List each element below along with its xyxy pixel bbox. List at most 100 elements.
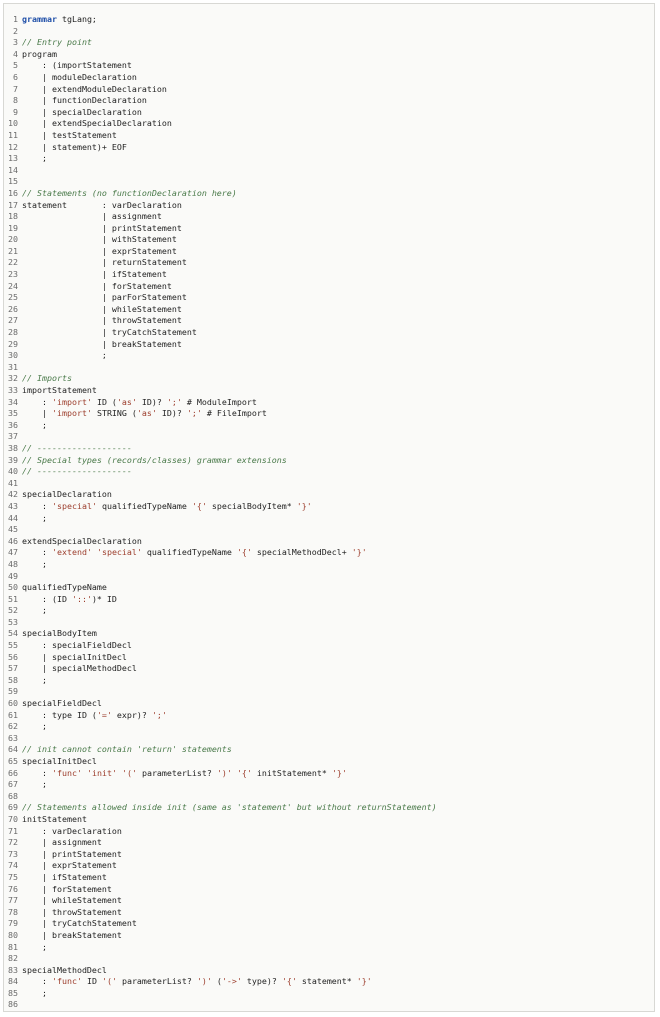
- line-code: | functionDeclaration: [22, 95, 654, 107]
- line-code: | statement)+ EOF: [22, 142, 654, 154]
- string-token: 'import': [51, 408, 92, 419]
- string-token: '(': [101, 976, 117, 987]
- string-token: ')': [216, 767, 232, 778]
- code-token: | assignment: [22, 211, 162, 222]
- line-number: 21: [8, 245, 18, 256]
- code-token: | withStatement: [22, 234, 177, 245]
- code-line: 45: [4, 524, 654, 536]
- code-token: | extendModuleDeclaration: [22, 83, 167, 94]
- code-token: | breakStatement: [22, 929, 122, 940]
- code-token: ;: [22, 419, 47, 430]
- line-number: 7: [13, 83, 18, 94]
- code-token: | whileStatement: [22, 895, 122, 906]
- code-token: qualifiedTypeName: [22, 582, 107, 593]
- code-line: 51 : (ID '::')* ID: [4, 594, 654, 606]
- line-number: 51: [8, 593, 18, 604]
- line-number: 59: [8, 686, 18, 697]
- line-number: 75: [8, 871, 18, 882]
- line-code: statement : varDeclaration: [22, 200, 654, 212]
- code-token: ;: [22, 987, 47, 998]
- line-number: 43: [8, 500, 18, 511]
- string-token: 'as': [136, 408, 157, 419]
- line-code: | tryCatchStatement: [22, 918, 654, 930]
- code-token: : (ID: [22, 593, 72, 604]
- line-code: : 'func' ID '(' parameterList? ')' ('->'…: [22, 976, 654, 988]
- code-line: 82: [4, 953, 654, 965]
- code-token: extendSpecialDeclaration: [22, 535, 142, 546]
- code-token: :: [22, 500, 52, 511]
- line-code: extendSpecialDeclaration: [22, 536, 654, 548]
- line-number: 64: [8, 744, 18, 755]
- code-token: ;: [22, 512, 47, 523]
- code-token: importStatement: [22, 385, 97, 395]
- code-token: (: [211, 976, 222, 987]
- line-code: : (ID '::')* ID: [22, 594, 654, 606]
- string-token: '(': [121, 767, 137, 778]
- code-line: 80 | breakStatement: [4, 930, 654, 942]
- code-line: 14: [4, 165, 654, 177]
- line-number: 81: [8, 941, 18, 952]
- line-number: 60: [8, 698, 18, 709]
- line-number: 17: [8, 199, 18, 210]
- code-token: | exprStatement: [22, 860, 117, 871]
- line-code: qualifiedTypeName: [22, 582, 654, 594]
- code-token: initStatement*: [251, 767, 332, 778]
- string-token: ';': [186, 408, 202, 419]
- code-token: specialDeclaration: [22, 489, 112, 500]
- code-token: | printStatement: [22, 222, 182, 233]
- line-number: 76: [8, 883, 18, 894]
- line-number: 50: [8, 582, 18, 593]
- line-number: 4: [13, 48, 18, 59]
- line-code: | whileStatement: [22, 895, 654, 907]
- line-number: 16: [8, 187, 18, 198]
- string-token: 'as': [116, 396, 137, 407]
- line-code: | 'import' STRING ('as' ID)? ';' # FileI…: [22, 408, 654, 420]
- line-number: 63: [8, 732, 18, 743]
- code-line: 85 ;: [4, 988, 654, 1000]
- line-number: 29: [8, 338, 18, 349]
- code-line: 23 | ifStatement: [4, 269, 654, 281]
- code-line: 31: [4, 362, 654, 374]
- string-token: '}': [296, 500, 312, 511]
- line-number: 31: [8, 361, 18, 372]
- line-code: ;: [22, 605, 654, 617]
- line-number: 62: [8, 721, 18, 732]
- string-token: 'func': [51, 767, 82, 778]
- code-line: 53: [4, 617, 654, 629]
- line-code: | specialMethodDecl: [22, 663, 654, 675]
- line-code: | withStatement: [22, 234, 654, 246]
- code-token: ;: [22, 605, 47, 616]
- code-token: | printStatement: [22, 848, 122, 859]
- code-line: 74 | exprStatement: [4, 860, 654, 872]
- code-lines: 1 grammar tgLang; 2 3 // Entry point 4 program…: [4, 14, 654, 1011]
- code-line: 34 : 'import' ID ('as' ID)? ';' # Module…: [4, 397, 654, 409]
- code-line: 5 : (importStatement: [4, 60, 654, 72]
- line-number: 39: [8, 454, 18, 465]
- line-code: | moduleDeclaration: [22, 72, 654, 84]
- code-editor[interactable]: 1 grammar tgLang; 2 3 // Entry point 4 program…: [3, 3, 655, 1012]
- line-code: : 'extend' 'special' qualifiedTypeName '…: [22, 547, 654, 559]
- code-line: 59: [4, 686, 654, 698]
- code-token: ;: [22, 558, 47, 569]
- line-code: | throwStatement: [22, 315, 654, 327]
- code-token: : specialFieldDecl: [22, 640, 132, 651]
- code-line: 43 : 'special' qualifiedTypeName '{' spe…: [4, 501, 654, 513]
- line-number: 65: [8, 756, 18, 766]
- code-line: 10 | extendSpecialDeclaration: [4, 118, 654, 130]
- line-number: 67: [8, 779, 18, 790]
- string-token: 'special': [51, 500, 97, 511]
- code-token: | testStatement: [22, 129, 117, 140]
- code-token: | forStatement: [22, 883, 112, 894]
- code-token: specialInitDecl: [22, 756, 97, 766]
- code-token: specialMethodDecl+: [251, 547, 352, 558]
- code-line: 47 : 'extend' 'special' qualifiedTypeNam…: [4, 547, 654, 559]
- line-code: : 'import' ID ('as' ID)? ';' # ModuleImp…: [22, 397, 654, 409]
- code-line: 52 ;: [4, 605, 654, 617]
